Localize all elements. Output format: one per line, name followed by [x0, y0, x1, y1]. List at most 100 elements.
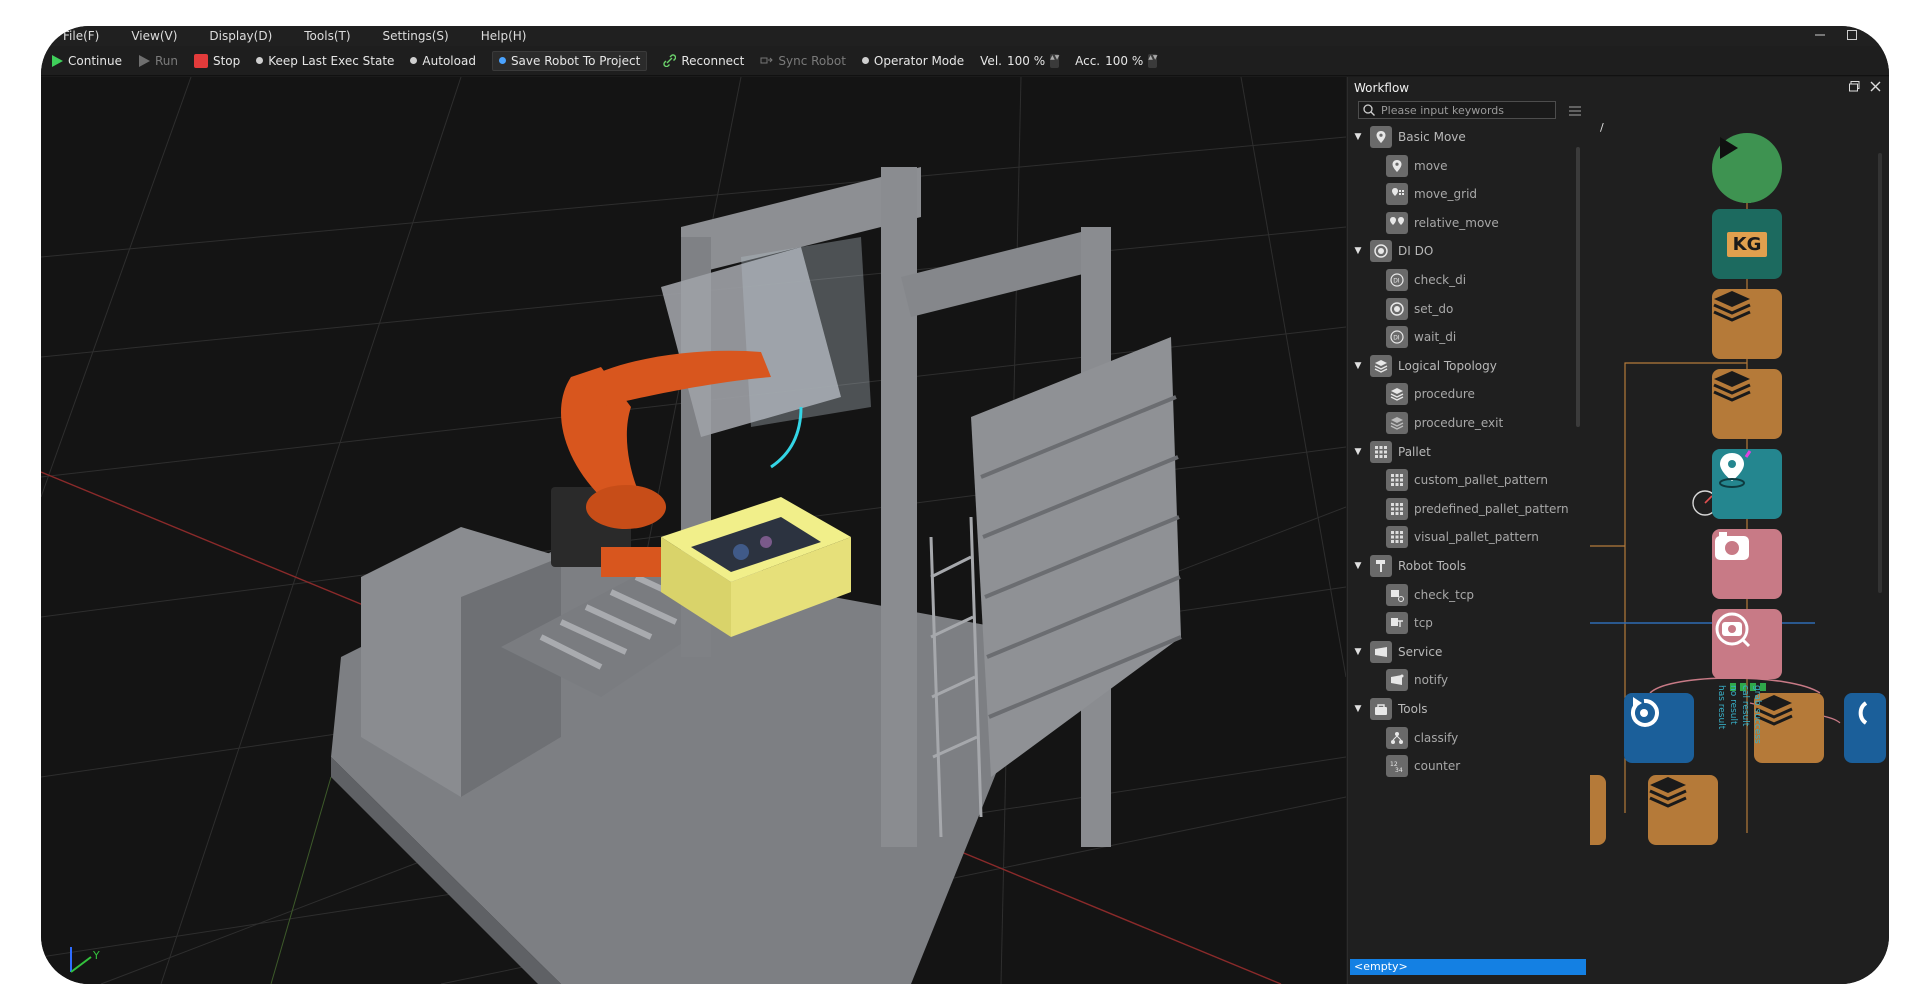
run-button[interactable]: Run: [138, 54, 178, 68]
reconnect-button[interactable]: Reconnect: [663, 54, 744, 68]
toolbox-icon: [1370, 698, 1392, 720]
sync-robot-button[interactable]: Sync Robot: [760, 54, 846, 68]
continue-button[interactable]: Continue: [51, 54, 122, 68]
svg-text:34: 34: [1395, 767, 1403, 773]
expand-caret-icon[interactable]: ▼: [1352, 647, 1364, 657]
tree-item[interactable]: procedure: [1368, 380, 1475, 408]
save-robot-button[interactable]: Save Robot To Project: [491, 50, 648, 71]
tree-category[interactable]: ▼ Service: [1352, 638, 1442, 666]
tree-item[interactable]: check_tcp: [1368, 581, 1474, 609]
move-node[interactable]: [1712, 449, 1782, 519]
tree-item[interactable]: relative_move: [1368, 209, 1499, 237]
3d-viewport[interactable]: Y: [41, 77, 1346, 984]
velocity-value[interactable]: 100 %: [1007, 54, 1045, 68]
tree-category[interactable]: ▼ Robot Tools: [1352, 552, 1466, 580]
tree-label: tcp: [1414, 616, 1433, 631]
stop-button[interactable]: Stop: [193, 53, 240, 68]
tree-label: Pallet: [1398, 444, 1431, 459]
menu-tools[interactable]: Tools(T): [304, 29, 350, 43]
layers-exit-icon: [1386, 412, 1408, 434]
acceleration-control: Acc. 100 % ▲▼: [1075, 53, 1158, 68]
loop-node[interactable]: [1624, 693, 1694, 763]
play-icon: [52, 54, 63, 67]
expand-caret-icon[interactable]: ▼: [1352, 447, 1364, 457]
tree-item[interactable]: visual_pallet_pattern: [1368, 523, 1539, 551]
expand-caret-icon[interactable]: ▼: [1352, 246, 1364, 256]
tree-item[interactable]: tcp: [1368, 609, 1433, 637]
procedure-node-1[interactable]: [1712, 289, 1782, 359]
tree-item[interactable]: classify: [1368, 724, 1458, 752]
minimize-icon[interactable]: [1813, 28, 1827, 42]
menu-display[interactable]: Display(D): [209, 29, 272, 43]
expand-caret-icon[interactable]: ▼: [1352, 361, 1364, 371]
circle-icon: [1370, 240, 1392, 263]
partial-node[interactable]: [1844, 693, 1886, 763]
search-input[interactable]: [1381, 103, 1541, 117]
tree-category[interactable]: ▼ Pallet: [1352, 438, 1431, 466]
operator-mode-toggle[interactable]: Operator Mode: [861, 54, 964, 68]
tree-label: relative_move: [1414, 215, 1499, 230]
pallet-icon: [1386, 497, 1408, 520]
expand-caret-icon[interactable]: ▼: [1352, 561, 1364, 571]
tree-item[interactable]: set_do: [1368, 295, 1453, 323]
workflow-header: Workflow: [1348, 77, 1889, 99]
float-panel-icon[interactable]: [1849, 81, 1860, 95]
pallet-icon: [1386, 526, 1408, 549]
start-node[interactable]: [1712, 133, 1782, 203]
di-icon: DI: [1386, 269, 1408, 291]
run-icon: [138, 54, 150, 67]
menu-settings[interactable]: Settings(S): [383, 29, 449, 43]
tree-label: Robot Tools: [1398, 559, 1467, 573]
tree-category[interactable]: ▼ Logical Topology: [1352, 352, 1497, 380]
tree-item[interactable]: move: [1368, 152, 1448, 180]
vision-node[interactable]: [1712, 609, 1782, 679]
canvas-path: /: [1600, 121, 1604, 134]
tree-item[interactable]: custom_pallet_pattern: [1368, 466, 1548, 494]
tree-category[interactable]: ▼ Basic Move: [1352, 123, 1466, 151]
tree-item[interactable]: move_grid: [1368, 180, 1477, 208]
di-icon: DI: [1386, 326, 1408, 349]
capture-node[interactable]: [1712, 529, 1782, 599]
port-label: has result: [1716, 685, 1726, 730]
retry-icon: [1630, 697, 1659, 727]
expand-caret-icon[interactable]: ▼: [1352, 132, 1364, 142]
close-panel-icon[interactable]: [1870, 81, 1881, 95]
procedure-node-5[interactable]: [1648, 775, 1718, 845]
tree-label: custom_pallet_pattern: [1414, 473, 1549, 488]
velocity-spinner[interactable]: ▲▼: [1050, 53, 1059, 68]
tree-item[interactable]: DI check_di: [1368, 266, 1466, 294]
tree-label: visual_pallet_pattern: [1414, 530, 1539, 545]
list-view-icon[interactable]: [1568, 103, 1582, 117]
procedure-node-3[interactable]: [1754, 693, 1824, 763]
maximize-icon[interactable]: [1845, 28, 1859, 42]
procedure-node-2[interactable]: [1712, 369, 1782, 439]
workflow-title: Workflow: [1354, 81, 1410, 95]
kg-node[interactable]: KG: [1712, 209, 1782, 279]
layers-icon: [1649, 777, 1687, 808]
tree-item[interactable]: notify: [1368, 666, 1448, 694]
menu-help[interactable]: Help(H): [481, 29, 527, 43]
axis-gizmo: Y: [70, 947, 100, 973]
menu-file[interactable]: File(F): [63, 29, 99, 43]
tree-item[interactable]: procedure_exit: [1368, 409, 1503, 437]
workflow-canvas[interactable]: / KG has result no result cal result gra…: [1590, 113, 1886, 981]
autoload-toggle[interactable]: Autoload: [410, 54, 476, 68]
keep-last-exec-toggle[interactable]: Keep Last Exec State: [256, 54, 394, 68]
menu-view[interactable]: View(V): [131, 29, 177, 43]
empty-selection[interactable]: <empty>: [1350, 959, 1586, 975]
expand-caret-icon[interactable]: ▼: [1352, 704, 1364, 714]
tree-category[interactable]: ▼ Tools: [1352, 695, 1428, 723]
double-pin-icon: [1386, 211, 1408, 234]
tree-item[interactable]: predefined_pallet_pattern: [1368, 495, 1569, 523]
tree-category[interactable]: ▼ DI DO: [1352, 237, 1433, 265]
tree-label: predefined_pallet_pattern: [1414, 501, 1569, 516]
canvas-scrollbar[interactable]: [1878, 153, 1882, 593]
acceleration-value[interactable]: 100 %: [1105, 54, 1143, 68]
acceleration-spinner[interactable]: ▲▼: [1148, 53, 1157, 68]
circle-icon: [1386, 297, 1408, 320]
tree-item[interactable]: 12 34 counter: [1368, 752, 1460, 780]
tree-scrollbar[interactable]: [1576, 147, 1580, 427]
procedure-node-4[interactable]: [1590, 775, 1606, 845]
search-icon: [1363, 104, 1375, 116]
tree-item[interactable]: DI wait_di: [1368, 323, 1456, 351]
